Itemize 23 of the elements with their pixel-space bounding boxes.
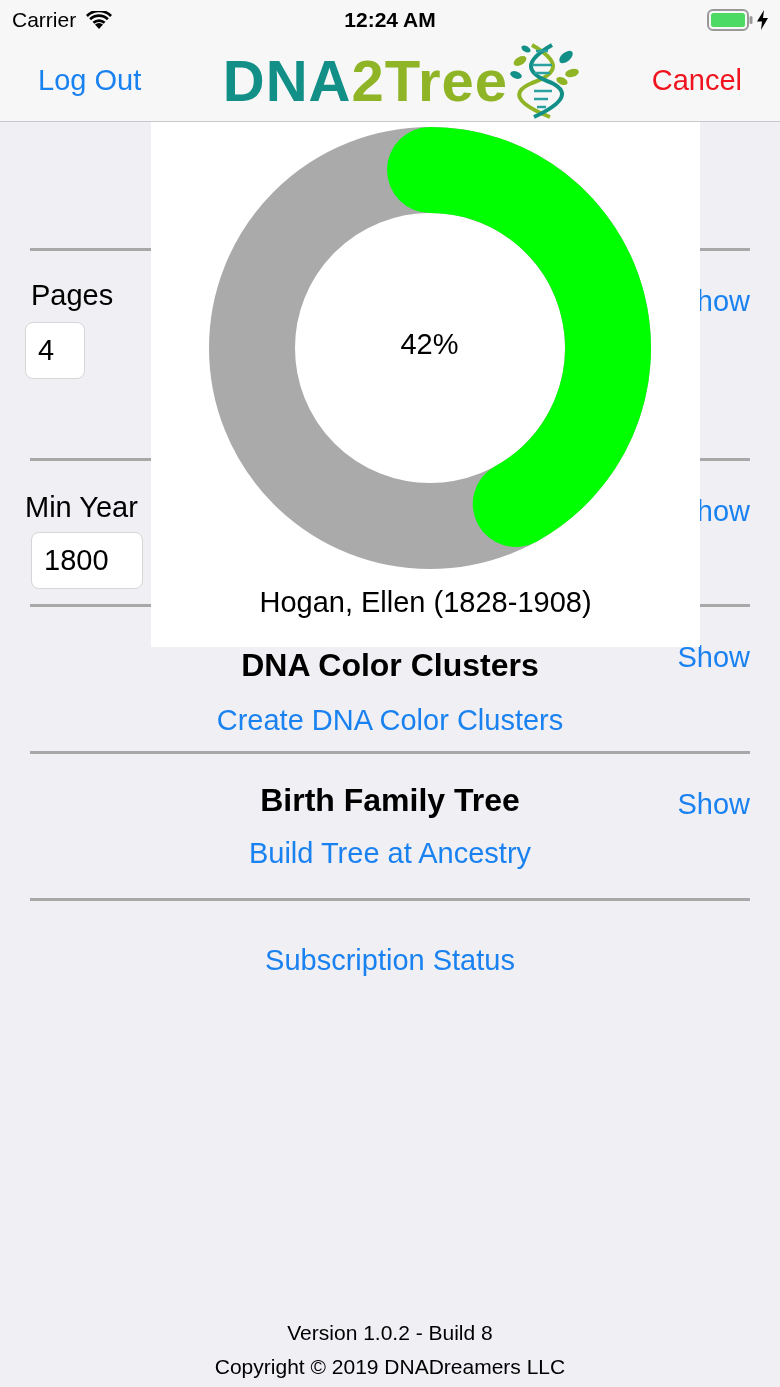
person-name: Hogan, Ellen (1828-1908) <box>259 586 592 619</box>
subscription-link[interactable]: Subscription Status <box>265 944 515 977</box>
number-field[interactable]: 1800 <box>31 532 143 589</box>
battery-icon <box>707 9 753 31</box>
section-title: DNA Color Clusters <box>241 647 539 684</box>
status-time: 12:24 AM <box>344 8 436 32</box>
version-text: Version 1.0.2 - Build 8 <box>287 1321 493 1345</box>
action-link[interactable]: Build Tree at Ancestry <box>248 837 532 870</box>
dna-tree-icon <box>510 42 581 119</box>
carrier-name: Carrier <box>12 8 77 32</box>
field-label: Min Year <box>25 491 138 524</box>
show-link[interactable]: Show <box>677 641 750 674</box>
number-field[interactable]: 4 <box>25 322 85 379</box>
cancel-button[interactable]: Cancel <box>649 64 744 97</box>
section-title: Birth Family Tree <box>260 782 520 819</box>
logo-text: DNA2Tree <box>222 47 509 114</box>
copyright-text: Copyright © 2019 DNADreamers LLC <box>214 1355 566 1379</box>
log-out-button[interactable]: Log Out <box>36 64 144 97</box>
progress-percent: 42% <box>399 328 460 361</box>
action-link[interactable]: Create DNA Color Clusters <box>216 704 564 737</box>
show-link[interactable]: Show <box>677 788 750 821</box>
wifi-icon <box>86 10 113 30</box>
field-label: Pages <box>30 279 114 312</box>
